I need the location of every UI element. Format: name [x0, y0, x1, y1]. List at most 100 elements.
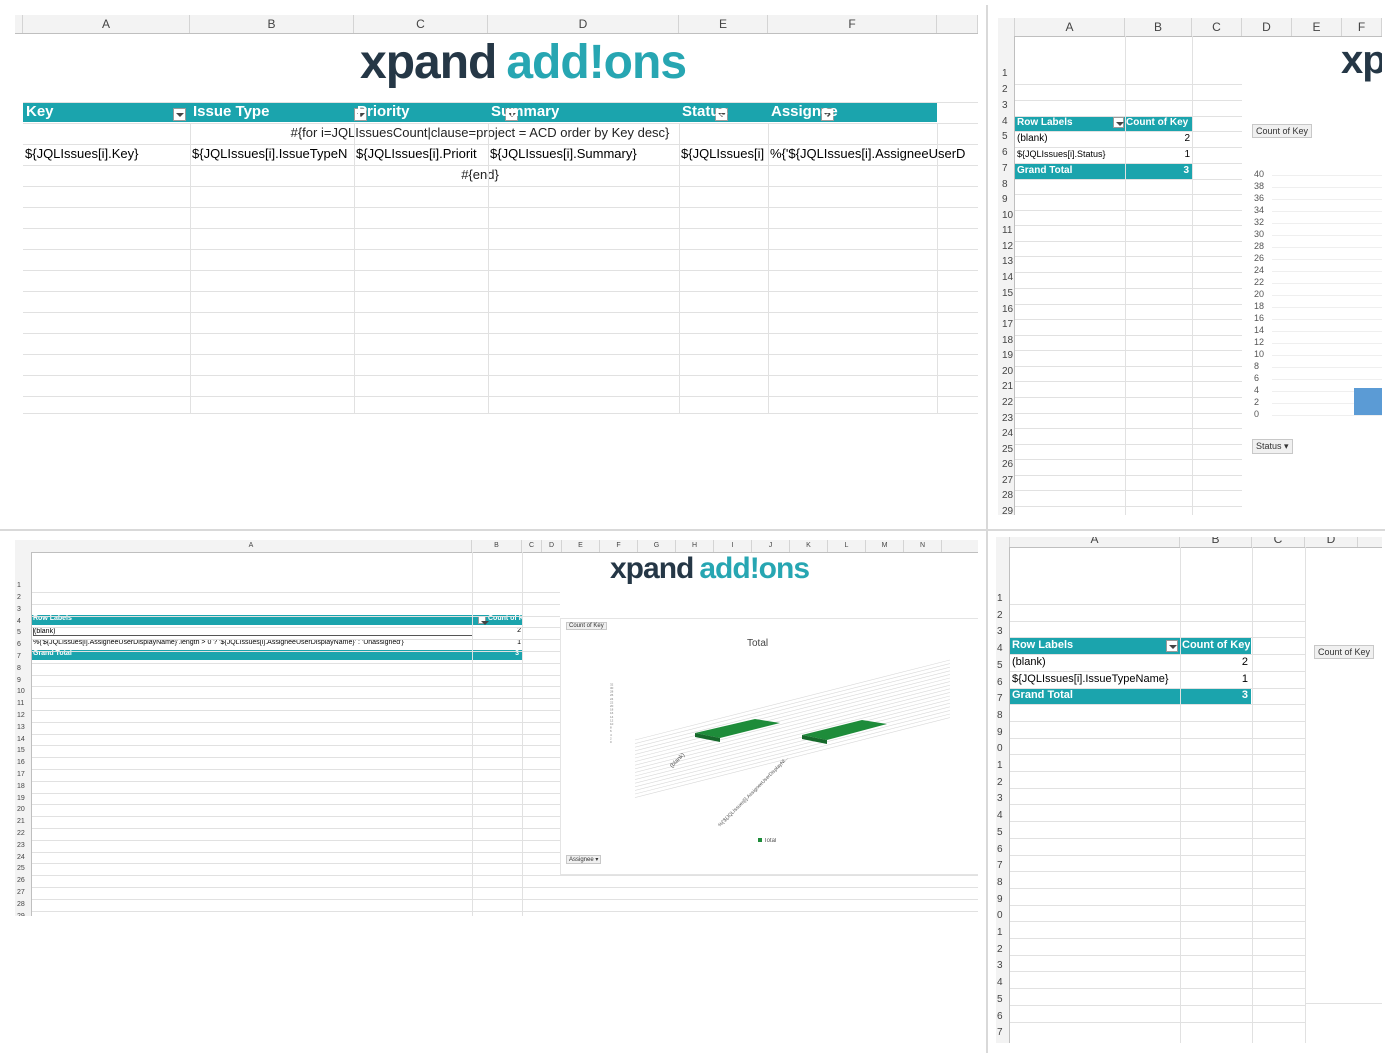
gridline — [560, 887, 978, 888]
col-header-f[interactable]: F — [600, 540, 638, 552]
col-header-n[interactable]: N — [904, 540, 942, 552]
col-header-c[interactable]: C — [522, 540, 542, 552]
row-number: 17 — [17, 771, 25, 778]
col-header-e[interactable]: E — [562, 540, 600, 552]
cell-key-template[interactable]: ${JQLIssues[i].Key} — [25, 146, 188, 161]
gridline — [23, 333, 978, 334]
chart-tick-label: 14 — [610, 715, 614, 719]
chart-field-button-count[interactable]: Count of Key — [1252, 124, 1313, 138]
header-status: Status — [682, 103, 728, 120]
row-number: 2 — [997, 609, 1003, 621]
gridline — [1015, 225, 1242, 226]
pivot-chart-area[interactable] — [1305, 638, 1382, 1003]
col-header-b[interactable]: B — [1180, 537, 1252, 547]
row-number: 28 — [1002, 490, 1014, 501]
gridline — [1015, 335, 1242, 336]
pivot-row-blank[interactable]: (blank) — [1012, 656, 1046, 668]
gridline — [23, 102, 978, 103]
row-number: 9 — [17, 676, 21, 684]
chart-gridline — [1272, 331, 1382, 332]
gridline — [23, 186, 978, 187]
x-label-blank: (blank) — [669, 752, 686, 769]
gridline — [23, 312, 978, 313]
pivot-value-status[interactable]: 1 — [1168, 149, 1190, 160]
col-header-a[interactable]: A — [31, 540, 472, 552]
col-header-c[interactable]: C — [1252, 537, 1305, 547]
gridline — [32, 686, 560, 688]
assignee-filter-button[interactable]: Assignee ▾ — [566, 855, 602, 864]
pivot-row-blank[interactable]: (blank) — [1017, 133, 1048, 144]
pivot-count-header: Count of Key — [1182, 639, 1251, 651]
pivot-value-blank[interactable]: 2 — [1168, 133, 1190, 144]
gridline — [1015, 490, 1242, 491]
col-header-e[interactable]: E — [679, 15, 768, 33]
row-number: 26 — [17, 877, 25, 885]
chart-gridline — [1272, 307, 1382, 308]
row-number: 19 — [17, 794, 25, 802]
cell-priority-template[interactable]: ${JQLIssues[i].Priorit — [356, 146, 488, 161]
row-number: 1 — [997, 593, 1003, 604]
col-header-c[interactable]: C — [1192, 18, 1242, 36]
col-header-a[interactable]: A — [1015, 18, 1125, 36]
status-filter-button[interactable]: Status ▾ — [1252, 439, 1293, 454]
col-header-b[interactable]: B — [190, 15, 354, 33]
row-number: 4 — [17, 617, 21, 625]
gridline — [1010, 1021, 1305, 1023]
gridline — [32, 662, 560, 664]
row-number: 3 — [997, 960, 1003, 972]
col-header-g[interactable]: G — [638, 540, 676, 552]
y-tick-label: 6 — [1254, 373, 1260, 383]
chart-gridline — [1272, 223, 1382, 224]
pivot-row-issuetype[interactable]: ${JQLIssues[i].IssueTypeName} — [1012, 673, 1169, 685]
pivot-count-header: Count of Key — [1126, 117, 1189, 128]
pivot-row-status[interactable]: ${JQLIssues[i].Status} — [1017, 149, 1106, 159]
chart-gridline — [1272, 271, 1382, 272]
chart-gridline — [634, 702, 950, 784]
col-header-a[interactable]: A — [1010, 537, 1180, 547]
chart-field-button-count[interactable]: Count of Key — [1314, 645, 1375, 659]
col-header-f[interactable]: F — [1342, 18, 1382, 36]
pivot-value-blank[interactable]: 2 — [1222, 656, 1248, 668]
col-header-d[interactable]: D — [542, 540, 562, 552]
end-directive[interactable]: #{end} — [23, 167, 937, 182]
col-header-m[interactable]: M — [866, 540, 904, 552]
col-header-a[interactable]: A — [23, 15, 190, 33]
row-number: 24 — [1002, 428, 1014, 439]
pivot-value-issuetype[interactable]: 1 — [1222, 673, 1248, 685]
cell-issue-type-template[interactable]: ${JQLIssues[i].IssueTypeN — [192, 146, 354, 161]
cell-status-template[interactable]: ${JQLIssues[i] — [681, 146, 768, 161]
row-number: 6 — [17, 641, 21, 649]
row-labels-filter-dropdown[interactable] — [1113, 117, 1124, 128]
col-header-i[interactable]: I — [714, 540, 752, 552]
cell-summary-template[interactable]: ${JQLIssues[i].Summary} — [490, 146, 679, 161]
row-number: 5 — [997, 993, 1003, 1005]
col-header-h[interactable]: H — [676, 540, 714, 552]
col-header-k[interactable]: K — [790, 540, 828, 552]
row-number: 21 — [1002, 381, 1014, 392]
y-tick-label: 20 — [1254, 289, 1265, 299]
cell-assignee-template[interactable]: %{'${JQLIssues[i].AssigneeUserD — [770, 146, 978, 161]
gridline — [32, 816, 560, 818]
row-number: 6 — [1002, 147, 1008, 158]
col-header-d[interactable]: D — [488, 15, 679, 33]
col-header-c[interactable]: C — [354, 15, 488, 33]
col-header-l[interactable]: L — [828, 540, 866, 552]
col-header-d[interactable]: D — [1242, 18, 1292, 36]
gridline — [1010, 604, 1305, 605]
chart-field-button-count[interactable]: Count of Key — [566, 622, 607, 630]
row-labels-filter-dropdown[interactable] — [1166, 640, 1178, 653]
gridline — [1010, 687, 1305, 689]
row-labels-filter-dropdown[interactable] — [478, 616, 489, 625]
gridline — [1010, 704, 1305, 706]
col-header-d[interactable]: D — [1305, 537, 1358, 547]
col-header-f[interactable]: F — [768, 15, 937, 33]
row-number: 7 — [997, 693, 1003, 705]
y-tick-label: 0 — [1254, 409, 1260, 419]
gridline — [1010, 637, 1305, 639]
col-header-j[interactable]: J — [752, 540, 790, 552]
col-header-b[interactable]: B — [1125, 18, 1192, 36]
col-header-e[interactable]: E — [1292, 18, 1342, 36]
col-header-b[interactable]: B — [472, 540, 522, 552]
key-filter-dropdown[interactable] — [173, 107, 186, 121]
for-loop-directive[interactable]: #{for i=JQLIssuesCount|clause=project = … — [23, 125, 937, 140]
